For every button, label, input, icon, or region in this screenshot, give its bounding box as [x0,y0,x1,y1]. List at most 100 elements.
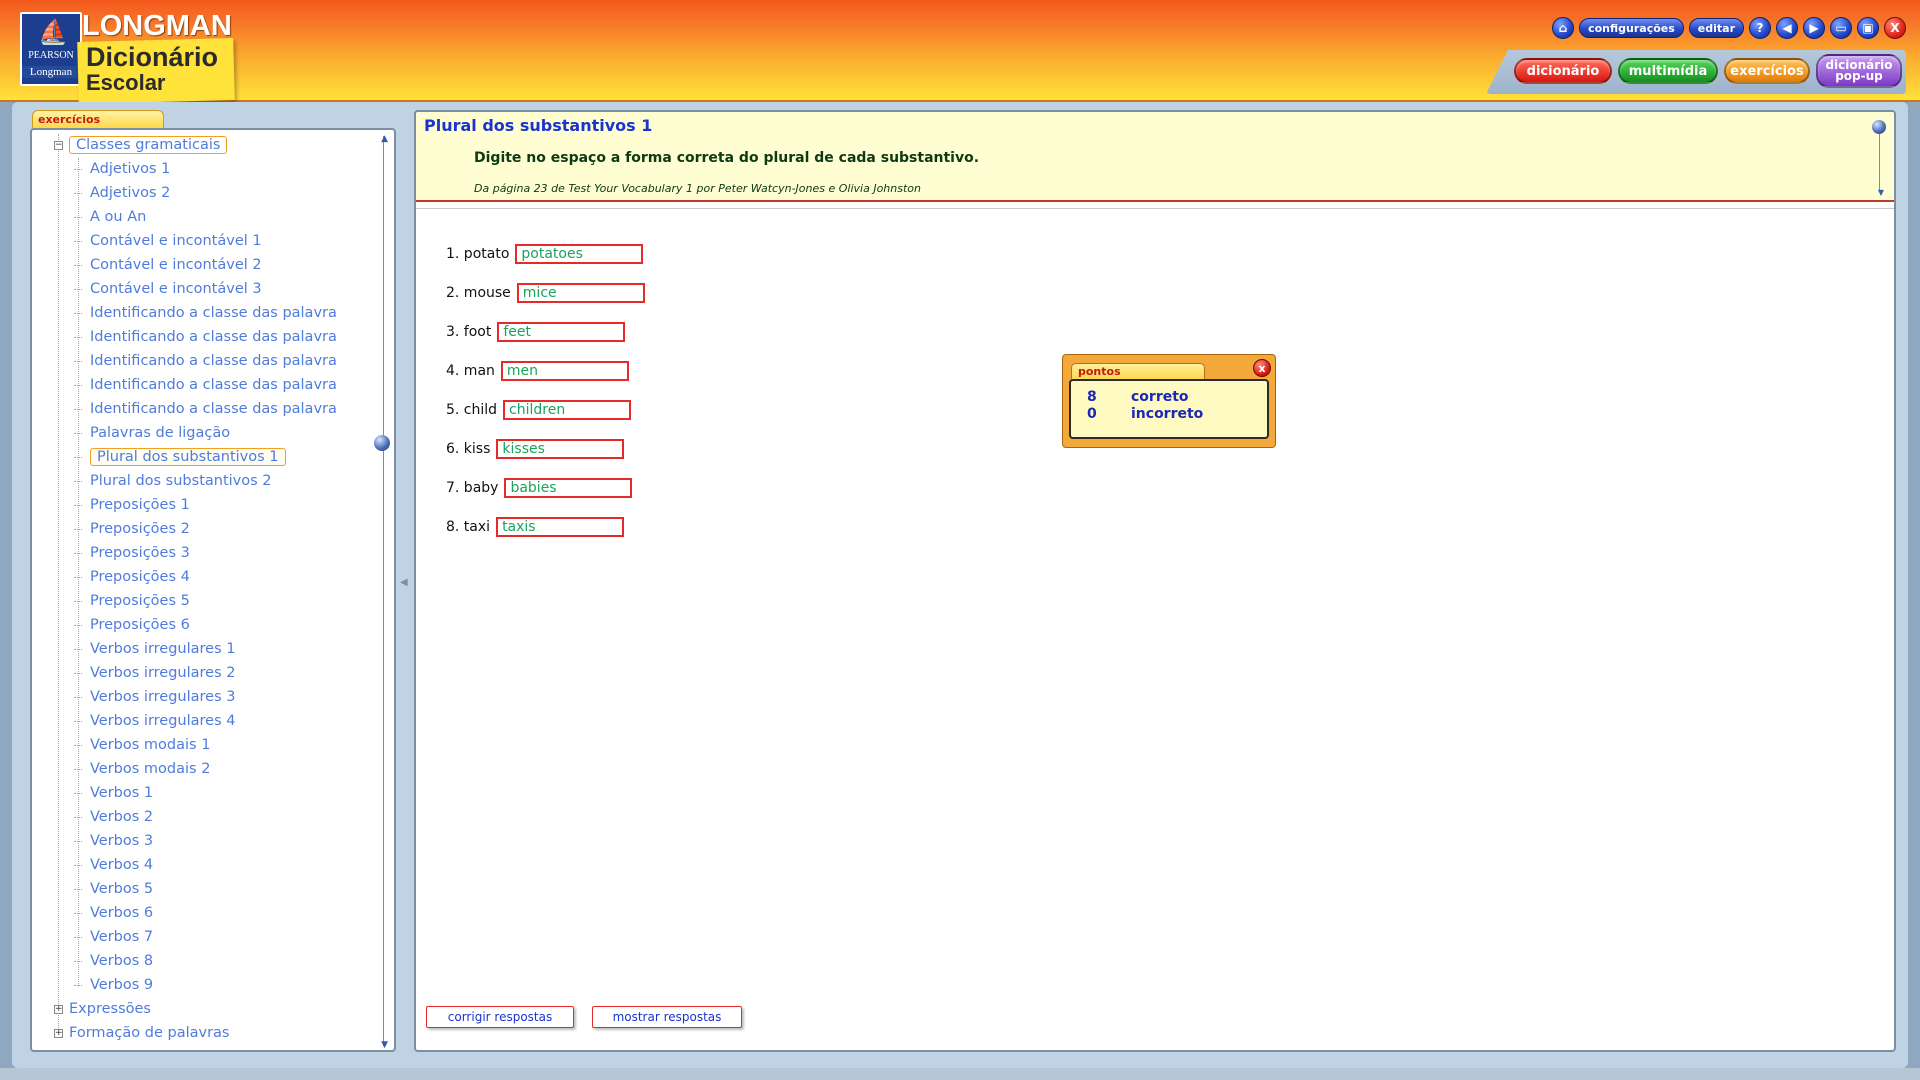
tree-connector [74,408,82,410]
sidebar-item[interactable]: Verbos 7 [74,926,153,948]
sidebar-item[interactable]: Verbos irregulares 2 [74,662,235,684]
tree-connector [74,696,82,698]
answer-input[interactable]: kisses [496,439,625,459]
sidebar-tab[interactable]: exercícios [32,110,164,128]
sidebar-item[interactable]: Verbos 6 [74,902,153,924]
sidebar-item[interactable]: Preposições 6 [74,614,190,636]
configuracoes-button[interactable]: configurações [1579,18,1684,38]
tree-connector [74,480,82,482]
expand-icon[interactable]: + [54,1004,63,1014]
sidebar-item-label: Verbos irregulares 1 [90,641,236,657]
collapse-icon[interactable]: − [54,140,63,150]
sidebar-item[interactable]: Verbos irregulares 4 [74,710,235,732]
nav-dicionario-button[interactable]: dicionário [1514,58,1612,84]
tree-connector [74,552,82,554]
sidebar-item[interactable]: Identificando a classe das palavra [74,374,337,396]
header-scroll-thumb[interactable] [1872,120,1886,134]
sidebar-item-label: Palavras de ligação [90,425,231,441]
sidebar-item[interactable]: Verbos 5 [74,878,153,900]
minimize-icon[interactable]: ▭ [1830,17,1852,39]
tree-root-node[interactable]: + Expressões [54,998,151,1020]
score-correct: 8 correto [1087,389,1189,405]
home-icon[interactable]: ⌂ [1552,17,1575,39]
question-label: 2. mouse [446,285,511,301]
answer-input[interactable]: mice [516,283,645,303]
sidebar-item[interactable]: Verbos 1 [74,782,153,804]
nav-exercicios-button[interactable]: exercícios [1724,58,1810,84]
sidebar-item[interactable]: Plural dos substantivos 1 [74,446,286,468]
help-icon[interactable]: ? [1749,17,1771,39]
tree-scroll-thumb[interactable] [374,435,390,451]
sidebar-item[interactable]: Verbos irregulares 3 [74,686,235,708]
nav-popup-button[interactable]: dicionário pop-up [1816,54,1902,88]
scroll-up-icon[interactable]: ▲ [381,134,388,144]
sidebar-item[interactable]: Identificando a classe das palavra [74,398,337,420]
sidebar-item[interactable]: Adjetivos 2 [74,182,170,204]
ship-icon: ⛵ [38,18,68,46]
sidebar-item[interactable]: Adjetivos 1 [74,158,170,180]
sidebar-item-label: Preposições 6 [90,617,190,633]
answer-input[interactable]: men [500,361,629,381]
header-scroll-down-icon[interactable]: ▼ [1878,188,1884,197]
expand-icon[interactable]: + [54,1028,63,1038]
sidebar-item[interactable]: Verbos modais 2 [74,758,210,780]
tree-connector [74,216,82,218]
sidebar-item[interactable]: Verbos 4 [74,854,153,876]
logo-text-pearson: PEARSON [28,50,74,61]
maximize-icon[interactable]: ▣ [1857,17,1879,39]
question-row: 5. child children [446,398,632,422]
sidebar-item[interactable]: Verbos 8 [74,950,153,972]
score-close-button[interactable]: x [1253,359,1271,377]
sidebar-item[interactable]: Contável e incontável 3 [74,278,262,300]
answer-input[interactable]: babies [504,478,633,498]
exercise-header: Plural dos substantivos 1 Digite no espa… [416,112,1894,202]
sidebar-item[interactable]: A ou An [74,206,146,228]
sidebar-item[interactable]: Preposições 1 [74,494,190,516]
sidebar-item[interactable]: Contável e incontável 1 [74,230,262,252]
score-popup: pontos x 8 correto 0 incorreto [1062,354,1276,448]
back-icon[interactable]: ◀ [1776,17,1798,39]
score-incorrect: 0 incorreto [1087,406,1203,422]
sidebar-item-label: Adjetivos 2 [90,185,171,201]
tree-root-node[interactable]: − Classes gramaticais [54,134,228,156]
answer-input[interactable]: feet [497,322,626,342]
sidebar-item-label: Verbos irregulares 3 [90,689,236,705]
corrigir-respostas-button[interactable]: corrigir respostas [426,1006,574,1028]
tree-scrollbar[interactable] [383,136,384,1046]
sidebar-item[interactable]: Verbos 2 [74,806,153,828]
sidebar-item[interactable]: Verbos 3 [74,830,153,852]
sidebar-item[interactable]: Preposições 2 [74,518,190,540]
header-scrollbar[interactable] [1879,134,1880,190]
editar-button[interactable]: editar [1688,18,1744,38]
sidebar-item[interactable]: Identificando a classe das palavra [74,350,337,372]
answer-input[interactable]: taxis [496,517,625,537]
sidebar-item[interactable]: Preposições 3 [74,542,190,564]
sidebar-item-label: Contável e incontável 3 [90,281,262,297]
answer-input[interactable]: potatoes [515,244,644,264]
sidebar-item[interactable]: Verbos modais 1 [74,734,210,756]
forward-icon[interactable]: ▶ [1803,17,1825,39]
score-correct-label: correto [1131,389,1189,405]
sidebar-item[interactable]: Contável e incontável 2 [74,254,262,276]
mostrar-respostas-button[interactable]: mostrar respostas [592,1006,742,1028]
sidebar-item[interactable]: Verbos irregulares 1 [74,638,235,660]
exercise-source: Da página 23 de Test Your Vocabulary 1 p… [474,182,921,195]
nav-multimidia-button[interactable]: multimídia [1618,58,1718,84]
question-label: 8. taxi [446,519,491,535]
sidebar-item[interactable]: Verbos 9 [74,974,153,996]
collapse-panel-icon[interactable]: ◀ [400,577,408,588]
close-icon[interactable]: X [1884,17,1906,39]
main-nav: dicionário multimídia exercícios dicioná… [1486,50,1906,94]
sidebar-item[interactable]: Preposições 5 [74,590,190,612]
tree-root-node[interactable]: + Formação de palavras [54,1022,229,1044]
question-label: 1. potato [446,246,510,262]
sidebar-item[interactable]: Identificando a classe das palavra [74,302,337,324]
tree-root-label: Formação de palavras [69,1025,230,1041]
answer-input[interactable]: children [503,400,632,420]
sidebar-item[interactable]: Identificando a classe das palavra [74,326,337,348]
sidebar-item[interactable]: Preposições 4 [74,566,190,588]
sidebar-item[interactable]: Palavras de ligação [74,422,230,444]
sidebar-item-label: Verbos modais 2 [90,761,211,777]
scroll-down-icon[interactable]: ▼ [381,1040,388,1050]
sidebar-item[interactable]: Plural dos substantivos 2 [74,470,272,492]
